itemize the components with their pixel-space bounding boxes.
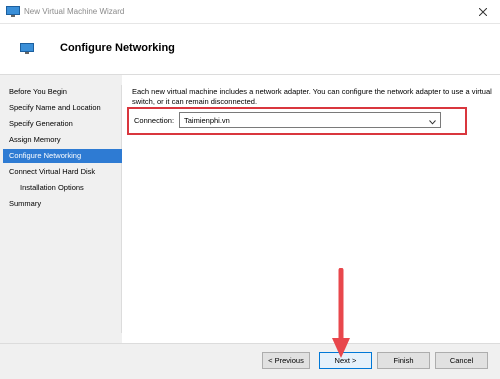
nav-item-installation-options[interactable]: Installation Options — [3, 181, 122, 195]
cancel-button[interactable]: Cancel — [435, 352, 488, 369]
nav-item-configure-networking[interactable]: Configure Networking — [3, 149, 122, 163]
nav-item-assign-memory[interactable]: Assign Memory — [3, 133, 122, 147]
wizard-header: Configure Networking — [0, 24, 500, 75]
wizard-footer: < Previous Next > Finish Cancel — [0, 343, 500, 379]
nav-item-before-you-begin[interactable]: Before You Begin — [3, 85, 122, 99]
finish-button[interactable]: Finish — [377, 352, 430, 369]
close-icon — [479, 8, 487, 16]
description-text: Each new virtual machine includes a netw… — [132, 87, 492, 106]
nav-item-connect-vhd[interactable]: Connect Virtual Hard Disk — [3, 165, 122, 179]
chevron-down-icon — [429, 118, 436, 127]
content-panel: Each new virtual machine includes a netw… — [122, 75, 500, 343]
nav-item-specify-name-location[interactable]: Specify Name and Location — [3, 101, 122, 115]
previous-button[interactable]: < Previous — [262, 352, 310, 369]
connection-label: Connection: — [134, 116, 175, 125]
window-title: New Virtual Machine Wizard — [24, 7, 125, 16]
connection-dropdown[interactable]: Taimienphi.vn — [179, 112, 441, 128]
nav-item-summary[interactable]: Summary — [3, 197, 122, 211]
page-title: Configure Networking — [60, 42, 175, 54]
monitor-icon — [6, 6, 20, 17]
monitor-icon — [20, 43, 34, 54]
title-bar: New Virtual Machine Wizard — [0, 0, 500, 24]
wizard-nav: Before You Begin Specify Name and Locati… — [3, 85, 122, 333]
close-button[interactable] — [466, 0, 500, 24]
connection-value: Taimienphi.vn — [184, 116, 230, 125]
red-arrow-icon — [332, 268, 350, 358]
nav-item-specify-generation[interactable]: Specify Generation — [3, 117, 122, 131]
